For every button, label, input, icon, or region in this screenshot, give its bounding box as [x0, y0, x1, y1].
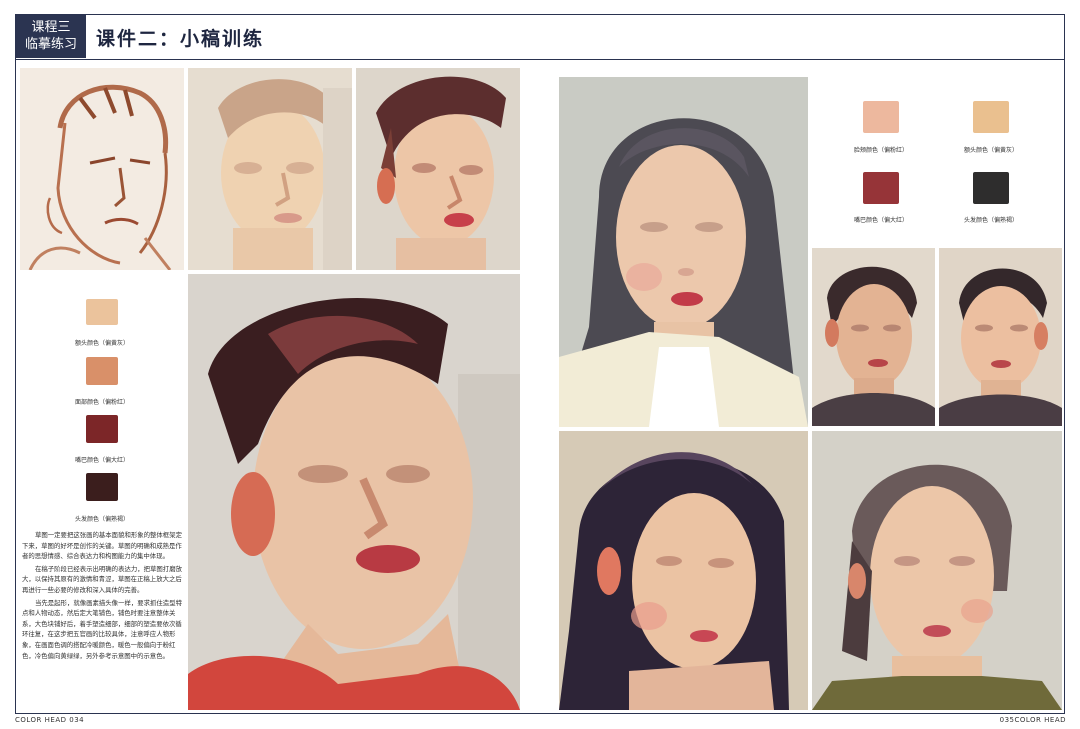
course-line-1: 课程三: [31, 20, 71, 35]
hair-color-swatch: [86, 473, 118, 501]
bottom-frame-line: [15, 713, 1065, 714]
right-hair-color-label: 头发颜色（偏熟褐）: [963, 217, 1018, 224]
body-paragraph: 当先是起形，就像画素描头像一样，要求抓住造型特点和人物动态，然后定大笔铺色，铺色…: [22, 598, 182, 660]
body-paragraph: 草图一定要把这张画的基本面貌和形象的整体框架定下来，草图的好坏是创作的关键。草图…: [22, 531, 182, 561]
cheek-color-swatch: [863, 101, 899, 133]
small-man-portrait-right: [939, 248, 1062, 426]
right-mouth-color-label: 嘴巴颜色（偏大红）: [853, 217, 908, 224]
face-color-swatch: [86, 357, 118, 385]
right-page-folio: 035COLOR HEAD: [999, 716, 1066, 724]
developing-portrait: [356, 68, 520, 270]
pale-underpainting-portrait: [188, 68, 352, 270]
left-page-folio: COLOR HEAD 034: [15, 716, 85, 724]
page-title: 课件二：小稿训练: [96, 28, 265, 50]
forehead-color-label: 额头颜色（偏黄灰）: [74, 340, 129, 347]
course-line-2: 临摹练习: [24, 37, 77, 52]
face-color-label: 面部颜色（偏粉红）: [74, 399, 129, 406]
mouth-color-label: 嘴巴颜色（偏大红）: [74, 457, 129, 464]
large-male-portrait: [188, 274, 520, 710]
forehead-color-swatch: [86, 299, 118, 325]
sketch-line-portrait: [20, 68, 184, 270]
right-mouth-color-swatch: [863, 172, 899, 204]
cheek-color-label: 脸颊颜色（偏粉红）: [853, 147, 908, 154]
right-forehead-color-swatch: [973, 101, 1009, 133]
girl-long-hair-portrait: [559, 77, 808, 427]
course-badge: 课程三 临摹练习: [16, 15, 86, 58]
right-frame-line: [1064, 60, 1065, 713]
woman-ponytail-portrait: [812, 431, 1062, 710]
right-forehead-color-label: 额头颜色（偏黄灰）: [963, 147, 1018, 154]
hair-color-label: 头发颜色（偏熟褐）: [74, 516, 129, 523]
mouth-color-swatch: [86, 415, 118, 443]
small-man-portrait-left: [812, 248, 935, 426]
body-text: 草图一定要把这张画的基本面貌和形象的整体框架定下来，草图的好坏是创作的关键。草图…: [22, 530, 182, 663]
body-paragraph: 在稿子阶段已经表示出明确的表达力，把草图打磨放大，以保持其原有的激情和青涩，草图…: [22, 564, 182, 594]
right-hair-color-swatch: [973, 172, 1009, 204]
left-frame-line: [15, 60, 16, 713]
girl-dark-hair-portrait: [559, 431, 808, 710]
page-header: 课程三 临摹练习 课件二：小稿训练: [15, 14, 1065, 60]
